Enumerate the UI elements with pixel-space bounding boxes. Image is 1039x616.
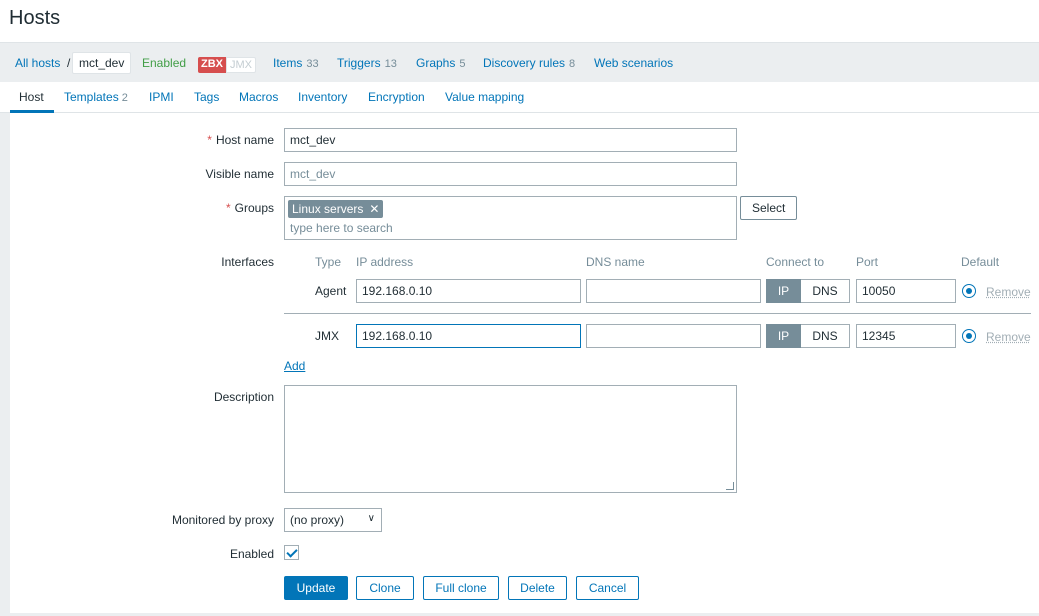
interface-jmx-type: JMX [315,329,339,343]
breadcrumb-separator: / [67,56,71,70]
tab-host[interactable]: Host [19,90,44,104]
groups-select-button[interactable]: Select [740,196,798,220]
tab-ipmi[interactable]: IPMI [149,90,174,104]
interface-agent-dns-input[interactable] [586,279,761,303]
remove-chip-icon[interactable]: ✕ [369,202,379,216]
interface-agent-type: Agent [315,284,347,298]
interfaces-col-port: Port [856,255,879,269]
update-button[interactable]: Update [284,576,348,600]
page-header: Hosts [0,0,1039,42]
tab-macros[interactable]: Macros [239,90,278,104]
visible-name-input[interactable]: mct_dev [284,162,737,186]
interfaces-col-dns: DNS name [586,255,645,269]
nav-triggers[interactable]: Triggers 13 [337,56,397,70]
host-status-enabled[interactable]: Enabled [142,56,186,70]
connect-ip-button[interactable]: IP [766,324,801,348]
tab-templates[interactable]: Templates 2 [64,90,128,104]
zbx-availability-badge: ZBX [198,57,226,73]
chevron-down-icon: ∨ [367,513,375,524]
description-label: Description [213,390,274,404]
nav-items[interactable]: Items 33 [273,56,319,70]
interface-agent-default-radio[interactable] [962,284,976,298]
add-interface-link[interactable]: Add [284,359,305,373]
host-form: * Host name mct_dev Visible name mct_dev … [10,113,1039,613]
interface-jmx-dns-input[interactable] [586,324,761,348]
host-name-label: * Host name [207,133,274,147]
nav-graphs[interactable]: Graphs 5 [416,56,465,70]
host-name-input[interactable]: mct_dev [284,128,737,152]
groups-label: * Groups [225,201,274,215]
proxy-label: Monitored by proxy [171,513,274,527]
proxy-select[interactable]: (no proxy) ∨ [284,508,382,532]
host-navigation: All hosts / mct_dev Enabled ZBX JMX Item… [0,42,1039,82]
cancel-button[interactable]: Cancel [576,576,639,600]
enabled-label: Enabled [229,547,274,561]
interface-jmx-remove-link[interactable]: Remove [986,330,1031,344]
interfaces-col-default: Default [961,255,1000,269]
jmx-availability-badge: JMX [226,57,256,73]
breadcrumb-current-host: mct_dev [72,52,132,74]
interfaces-divider [284,313,1031,314]
clone-button[interactable]: Clone [356,576,414,600]
interface-agent-connect-toggle: IP DNS [766,279,850,303]
interface-jmx-default-radio[interactable] [962,329,976,343]
delete-button[interactable]: Delete [508,576,567,600]
nav-discovery-rules[interactable]: Discovery rules 8 [483,56,575,70]
enabled-checkbox[interactable] [284,545,299,560]
interfaces-col-connect: Connect to [766,255,825,269]
description-textarea[interactable] [284,385,737,493]
groups-multiselect[interactable]: Linux servers ✕ type here to search [284,196,737,240]
connect-ip-button[interactable]: IP [766,279,801,303]
interfaces-label: Interfaces [221,255,274,269]
breadcrumb-all-hosts[interactable]: All hosts [15,56,60,70]
page-title: Hosts [9,7,61,29]
connect-dns-button[interactable]: DNS [801,324,850,348]
resize-grip-icon[interactable] [726,482,734,490]
interface-jmx-connect-toggle: IP DNS [766,324,850,348]
interfaces-col-type: Type [315,255,342,269]
nav-web-scenarios[interactable]: Web scenarios [594,56,673,70]
form-tabs: Host Templates 2 IPMI Tags Macros Invento… [0,82,1039,113]
interface-jmx-ip-input[interactable]: 192.168.0.10 [356,324,581,348]
tab-encryption[interactable]: Encryption [368,90,425,104]
interface-agent-ip-input[interactable]: 192.168.0.10 [356,279,581,303]
interface-agent-port-input[interactable]: 10050 [856,279,956,303]
group-chip-linux-servers: Linux servers ✕ [288,200,384,218]
tab-value-mapping[interactable]: Value mapping [445,90,524,104]
interfaces-col-ip: IP address [356,255,414,269]
connect-dns-button[interactable]: DNS [801,279,850,303]
full-clone-button[interactable]: Full clone [423,576,499,600]
groups-search-input[interactable]: type here to search [290,221,393,235]
visible-name-label: Visible name [205,167,274,181]
interface-jmx-port-input[interactable]: 12345 [856,324,956,348]
tab-tags[interactable]: Tags [194,90,219,104]
tab-inventory[interactable]: Inventory [298,90,347,104]
interface-agent-remove-link[interactable]: Remove [986,285,1031,299]
